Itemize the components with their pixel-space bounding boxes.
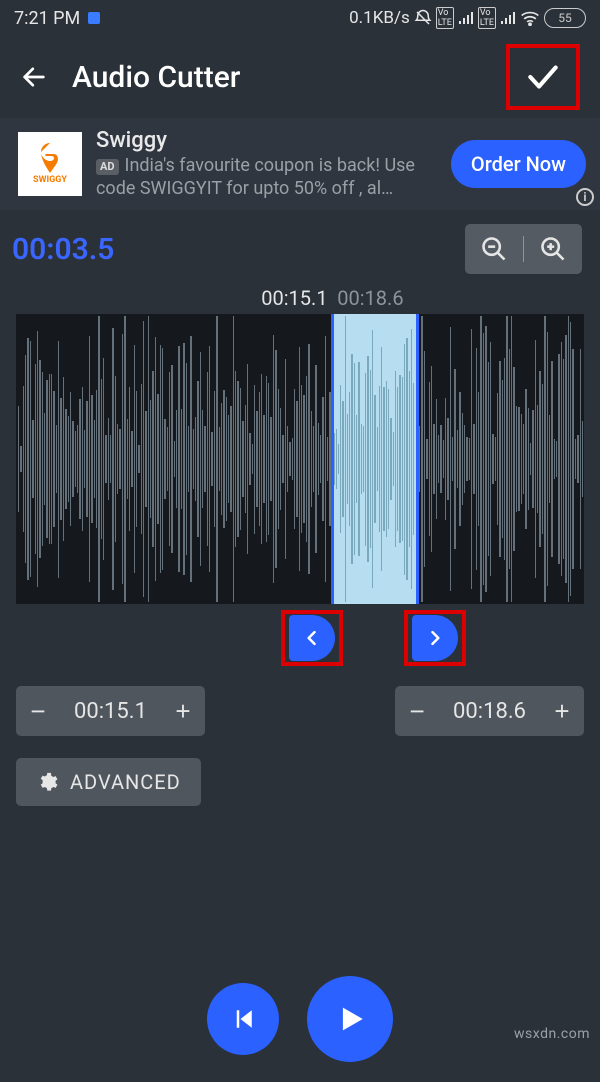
ad-body: Swiggy ADIndia's favourite coupon is bac… (96, 128, 437, 200)
page-title: Audio Cutter (72, 60, 240, 95)
end-time-decrease[interactable]: − (395, 686, 439, 736)
wifi-icon (520, 10, 540, 26)
advanced-label: ADVANCED (70, 770, 181, 794)
selection-start-handle[interactable] (289, 615, 335, 661)
status-bar: 7:21 PM 0.1KB/s VoLTE VoLTE 55 (0, 0, 600, 36)
selection-handles (16, 610, 584, 668)
marker-labels: 00:15.1 00:18.6 (0, 286, 600, 314)
status-time: 7:21 PM (14, 8, 80, 29)
ad-cta-button[interactable]: Order Now (451, 140, 586, 188)
end-time-increase[interactable]: + (540, 686, 584, 736)
app-indicator-icon (86, 10, 102, 26)
end-time-value: 00:18.6 (439, 699, 540, 724)
selection-end-line[interactable] (416, 314, 419, 604)
sim1-icon: VoLTE (436, 7, 454, 29)
selection-start-line[interactable] (331, 314, 334, 604)
back-button[interactable] (20, 63, 48, 91)
selection-end-handle[interactable] (412, 615, 458, 661)
confirm-button[interactable] (523, 57, 563, 97)
app-bar: Audio Cutter (0, 36, 600, 118)
zoom-in-button[interactable] (524, 224, 582, 274)
play-button[interactable] (307, 976, 393, 1062)
waveform-view[interactable] (16, 314, 584, 604)
battery-icon: 55 (544, 8, 586, 28)
start-time-stepper: − 00:15.1 + (16, 686, 205, 736)
ad-banner[interactable]: SWIGGY Swiggy ADIndia's favourite coupon… (0, 118, 600, 210)
start-time-increase[interactable]: + (161, 686, 205, 736)
handle-right-highlight (404, 610, 466, 666)
sim2-icon: VoLTE (478, 7, 496, 29)
marker-start-label: 00:15.1 (261, 286, 327, 310)
gear-icon (36, 771, 58, 793)
start-time-value: 00:15.1 (60, 699, 161, 724)
zoom-out-button[interactable] (465, 224, 523, 274)
ad-logo: SWIGGY (18, 132, 82, 196)
zoom-controls (465, 224, 582, 274)
selection-duration: 00:03.5 (12, 232, 114, 267)
end-time-stepper: − 00:18.6 + (395, 686, 584, 736)
handle-left-highlight (281, 610, 343, 666)
confirm-highlight (506, 44, 580, 110)
skip-previous-button[interactable] (207, 983, 279, 1055)
marker-end-label: 00:18.6 (337, 286, 403, 310)
start-time-decrease[interactable]: − (16, 686, 60, 736)
advanced-button[interactable]: ADVANCED (16, 758, 201, 806)
ad-title: Swiggy (96, 128, 437, 153)
signal2-icon (500, 11, 516, 25)
ad-info-icon[interactable]: i (576, 188, 594, 206)
ad-tag: AD (96, 159, 119, 175)
watermark: wsxdn.com (514, 1026, 590, 1042)
playback-controls (0, 976, 600, 1062)
status-netspeed: 0.1KB/s (349, 8, 410, 28)
time-steppers: − 00:15.1 + − 00:18.6 + (0, 686, 600, 736)
mute-icon (414, 9, 432, 27)
ad-description: ADIndia's favourite coupon is back! Use … (96, 155, 437, 200)
signal1-icon (458, 11, 474, 25)
